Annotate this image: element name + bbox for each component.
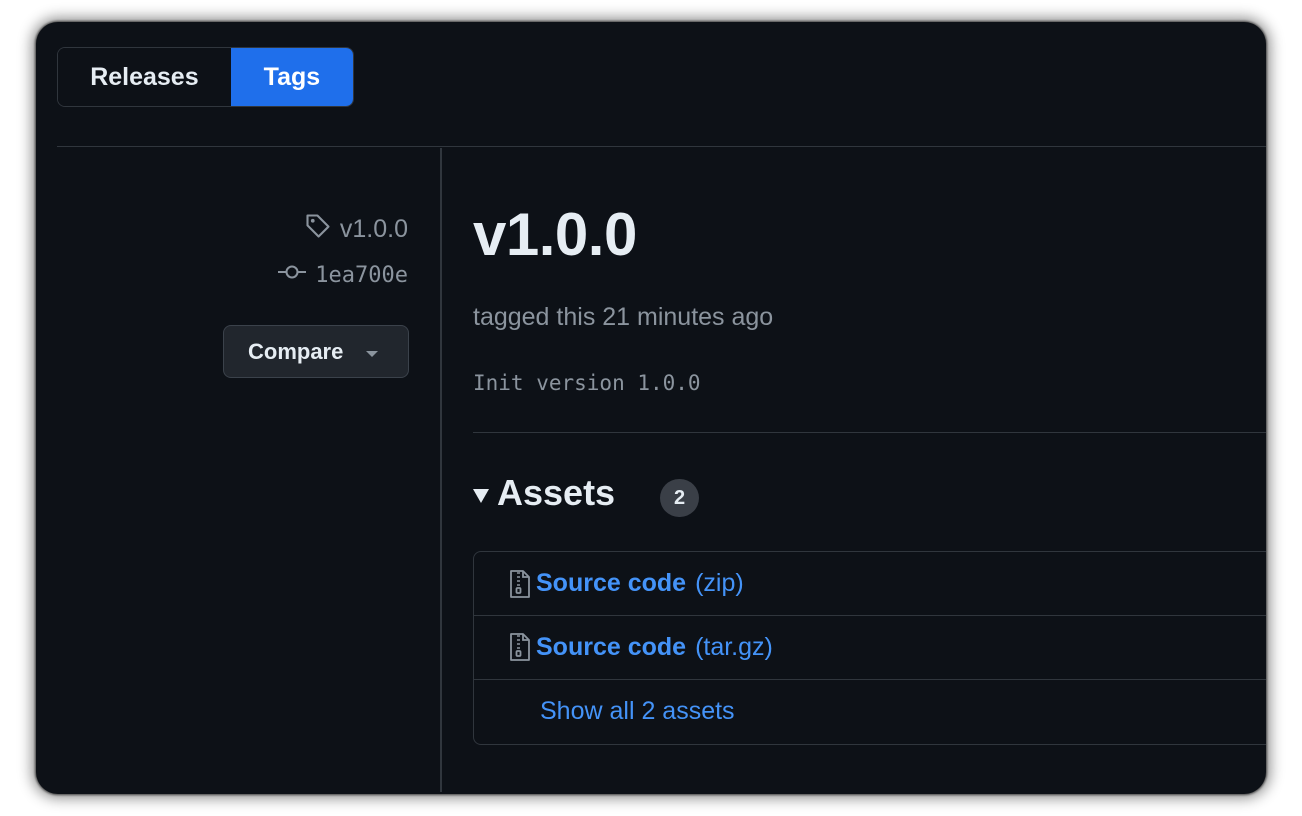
sidebar-commit-link[interactable]: 1ea700e bbox=[277, 262, 408, 288]
compare-label: Compare bbox=[248, 338, 344, 364]
asset-name: Source code bbox=[536, 632, 687, 661]
release-title[interactable]: v1.0.0 bbox=[473, 200, 637, 269]
show-all-row: Show all 2 assets bbox=[474, 679, 1266, 742]
assets-list: Source code (zip) Source code (tar.gz) S… bbox=[473, 551, 1266, 745]
sidebar-tag-link[interactable]: v1.0.0 bbox=[304, 212, 408, 247]
content-divider bbox=[473, 432, 1266, 433]
asset-row: Source code (tar.gz) bbox=[474, 615, 1266, 678]
git-commit-icon bbox=[277, 262, 307, 288]
compare-button[interactable]: Compare bbox=[223, 325, 409, 378]
asset-extension: (zip) bbox=[695, 569, 744, 597]
triangle-down-icon bbox=[365, 339, 379, 365]
file-zip-icon bbox=[508, 632, 532, 662]
asset-extension: (tar.gz) bbox=[695, 632, 773, 661]
tag-name: v1.0.0 bbox=[339, 215, 408, 243]
asset-link-zip[interactable]: Source code (zip) bbox=[508, 569, 744, 599]
file-zip-icon bbox=[508, 569, 532, 599]
release-page-window: Releases Tags v1.0.0 1ea700e Compare v1.… bbox=[36, 22, 1266, 794]
header-divider bbox=[57, 146, 1266, 147]
asset-name: Source code bbox=[536, 569, 687, 597]
tab-releases[interactable]: Releases bbox=[58, 48, 231, 106]
commit-sha: 1ea700e bbox=[315, 262, 408, 288]
sidebar-divider bbox=[440, 148, 442, 792]
assets-toggle[interactable]: Assets bbox=[473, 472, 615, 514]
tag-icon bbox=[304, 212, 332, 247]
assets-count-badge: 2 bbox=[660, 479, 699, 517]
releases-tags-switch: Releases Tags bbox=[57, 47, 354, 107]
assets-title: Assets bbox=[497, 472, 616, 513]
show-all-assets-link[interactable]: Show all 2 assets bbox=[508, 697, 735, 726]
tag-message: Init version 1.0.0 bbox=[473, 371, 701, 395]
asset-link-targz[interactable]: Source code (tar.gz) bbox=[508, 632, 773, 662]
triangle-down-icon bbox=[473, 489, 489, 503]
asset-row: Source code (zip) bbox=[474, 552, 1266, 615]
tagged-time-text: tagged this 21 minutes ago bbox=[473, 303, 774, 331]
tab-tags[interactable]: Tags bbox=[230, 48, 353, 106]
